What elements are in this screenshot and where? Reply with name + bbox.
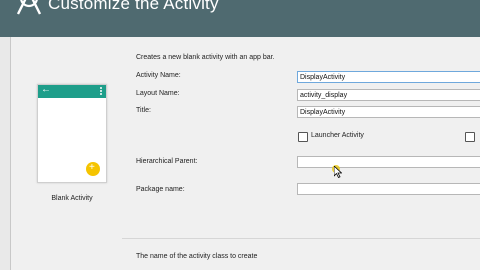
activity-name-label: Activity Name: xyxy=(136,72,181,79)
android-studio-logo-icon xyxy=(16,0,42,15)
preview-app-bar: ← xyxy=(38,84,106,98)
launcher-activity-label: Launcher Activity xyxy=(311,132,364,139)
template-name: Blank Activity xyxy=(51,195,93,202)
title-label: Title: xyxy=(136,107,151,114)
phone-preview: ← + xyxy=(37,84,107,183)
template-description: Creates a new blank activity with an app… xyxy=(136,54,275,61)
package-name-label: Package name: xyxy=(136,186,185,193)
mouse-pointer-icon xyxy=(334,166,342,178)
divider xyxy=(122,238,480,239)
page-title: Customize the Activity xyxy=(48,0,219,13)
overflow-menu-icon xyxy=(100,87,102,96)
layout-name-field[interactable]: activity_display xyxy=(297,89,480,101)
back-arrow-icon: ← xyxy=(41,84,51,95)
activity-name-field[interactable]: DisplayActivity xyxy=(297,71,480,83)
hierarchical-parent-field[interactable] xyxy=(297,156,480,168)
launcher-activity-checkbox[interactable] xyxy=(298,132,308,142)
wizard-header: Customize the Activity xyxy=(0,0,480,37)
title-field[interactable]: DisplayActivity xyxy=(297,106,480,118)
secondary-checkbox[interactable] xyxy=(465,132,475,142)
layout-name-label: Layout Name: xyxy=(136,90,180,97)
package-name-field[interactable] xyxy=(297,183,480,195)
left-gutter xyxy=(0,37,11,270)
hierarchical-parent-label: Hierarchical Parent: xyxy=(136,158,198,165)
fab-add-icon: + xyxy=(86,162,100,176)
field-hint: The name of the activity class to create xyxy=(136,253,258,260)
